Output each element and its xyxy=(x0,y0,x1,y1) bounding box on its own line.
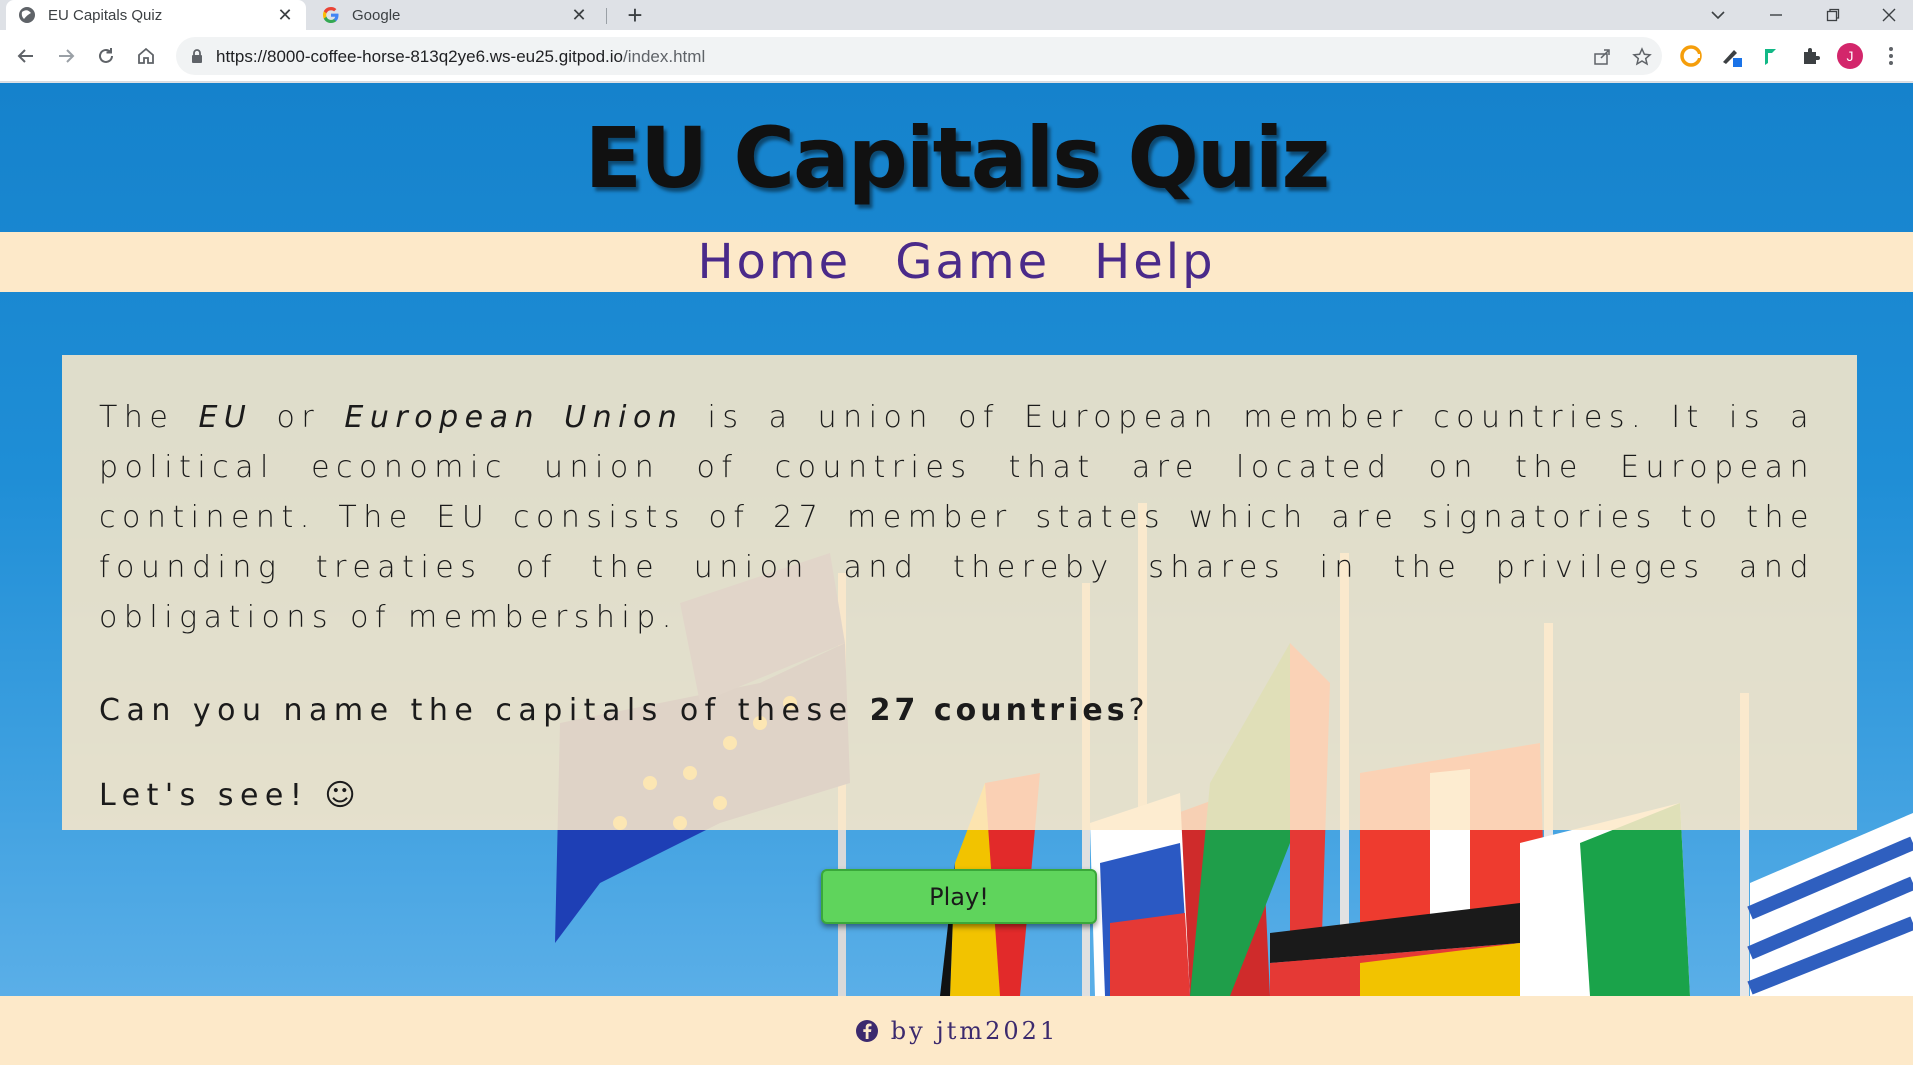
intro-card: The EU or European Union is a union of E… xyxy=(62,355,1857,830)
new-tab-icon[interactable]: + xyxy=(620,0,650,30)
nav-link-help[interactable]: Help xyxy=(1094,234,1215,290)
restore-icon[interactable] xyxy=(1810,0,1856,30)
close-tab-icon[interactable]: ✕ xyxy=(570,5,588,25)
main-nav: Home Game Help xyxy=(0,232,1913,292)
question-suffix: ? xyxy=(1128,693,1152,728)
site-footer: by jtm2021 xyxy=(0,996,1913,1065)
figure-extension-icon[interactable] xyxy=(1756,42,1784,70)
footer-credit: by jtm2021 xyxy=(890,1016,1059,1045)
play-button[interactable]: Play! xyxy=(821,869,1097,924)
minimize-icon[interactable] xyxy=(1753,0,1799,30)
intro-text-eu: EU xyxy=(198,400,253,435)
close-tab-icon[interactable]: ✕ xyxy=(276,5,294,25)
question-bold: 27 countries xyxy=(869,693,1129,728)
intro-text-rest: is a union of European member countries.… xyxy=(99,400,1816,635)
tab-eu-capitals-quiz[interactable]: EU Capitals Quiz ✕ xyxy=(6,0,306,30)
browser-tabstrip: EU Capitals Quiz ✕ Google ✕ + xyxy=(0,0,1913,30)
google-g-icon xyxy=(322,6,340,24)
close-window-icon[interactable] xyxy=(1866,0,1912,30)
page-viewport: EU Capitals Quiz Home Game Help The EU o… xyxy=(0,83,1913,1065)
tab-title: Google xyxy=(352,6,401,24)
site-title: EU Capitals Quiz xyxy=(584,108,1331,207)
profile-initial: J xyxy=(1846,48,1854,64)
forward-arrow-icon[interactable] xyxy=(52,42,80,70)
reload-icon[interactable] xyxy=(92,42,120,70)
home-icon[interactable] xyxy=(132,42,160,70)
grammarly-extension-icon[interactable] xyxy=(1677,42,1705,70)
browser-toolbar: https://8000-coffee-horse-813q2ye6.ws-eu… xyxy=(0,30,1913,82)
tab-google[interactable]: Google ✕ xyxy=(310,0,600,30)
url-text[interactable]: https://8000-coffee-horse-813q2ye6.ws-eu… xyxy=(216,47,705,67)
facebook-icon[interactable] xyxy=(855,1019,879,1043)
puzzle-extensions-icon[interactable] xyxy=(1797,42,1825,70)
address-bar[interactable]: https://8000-coffee-horse-813q2ye6.ws-eu… xyxy=(176,37,1662,75)
lock-icon[interactable] xyxy=(190,48,204,69)
back-arrow-icon[interactable] xyxy=(12,42,40,70)
question-prefix: Can you name the capitals of these xyxy=(99,693,870,728)
url-path: /index.html xyxy=(623,47,706,66)
intro-text-the: The xyxy=(99,400,199,435)
site-header: EU Capitals Quiz xyxy=(0,83,1913,232)
pen-extension-icon[interactable] xyxy=(1718,42,1746,70)
share-icon[interactable] xyxy=(1590,45,1614,69)
kebab-menu-icon[interactable] xyxy=(1877,42,1905,70)
nav-link-home[interactable]: Home xyxy=(697,234,851,290)
intro-text-european-union: European Union xyxy=(344,400,684,435)
tab-title: EU Capitals Quiz xyxy=(48,6,163,24)
bookmark-star-icon[interactable] xyxy=(1630,45,1654,69)
intro-question: Can you name the capitals of these 27 co… xyxy=(99,693,1815,728)
tab-separator xyxy=(606,8,607,24)
profile-avatar[interactable]: J xyxy=(1836,42,1864,70)
tab-search-chevron-icon[interactable] xyxy=(1695,0,1741,30)
nav-link-game[interactable]: Game xyxy=(895,234,1050,290)
url-host: https://8000-coffee-horse-813q2ye6.ws-eu… xyxy=(216,47,624,66)
globe-icon xyxy=(18,6,36,24)
intro-text-or: or xyxy=(252,400,345,435)
lets-see-text: Let's see! ☺ xyxy=(99,778,363,813)
intro-paragraph: The EU or European Union is a union of E… xyxy=(99,393,1815,643)
